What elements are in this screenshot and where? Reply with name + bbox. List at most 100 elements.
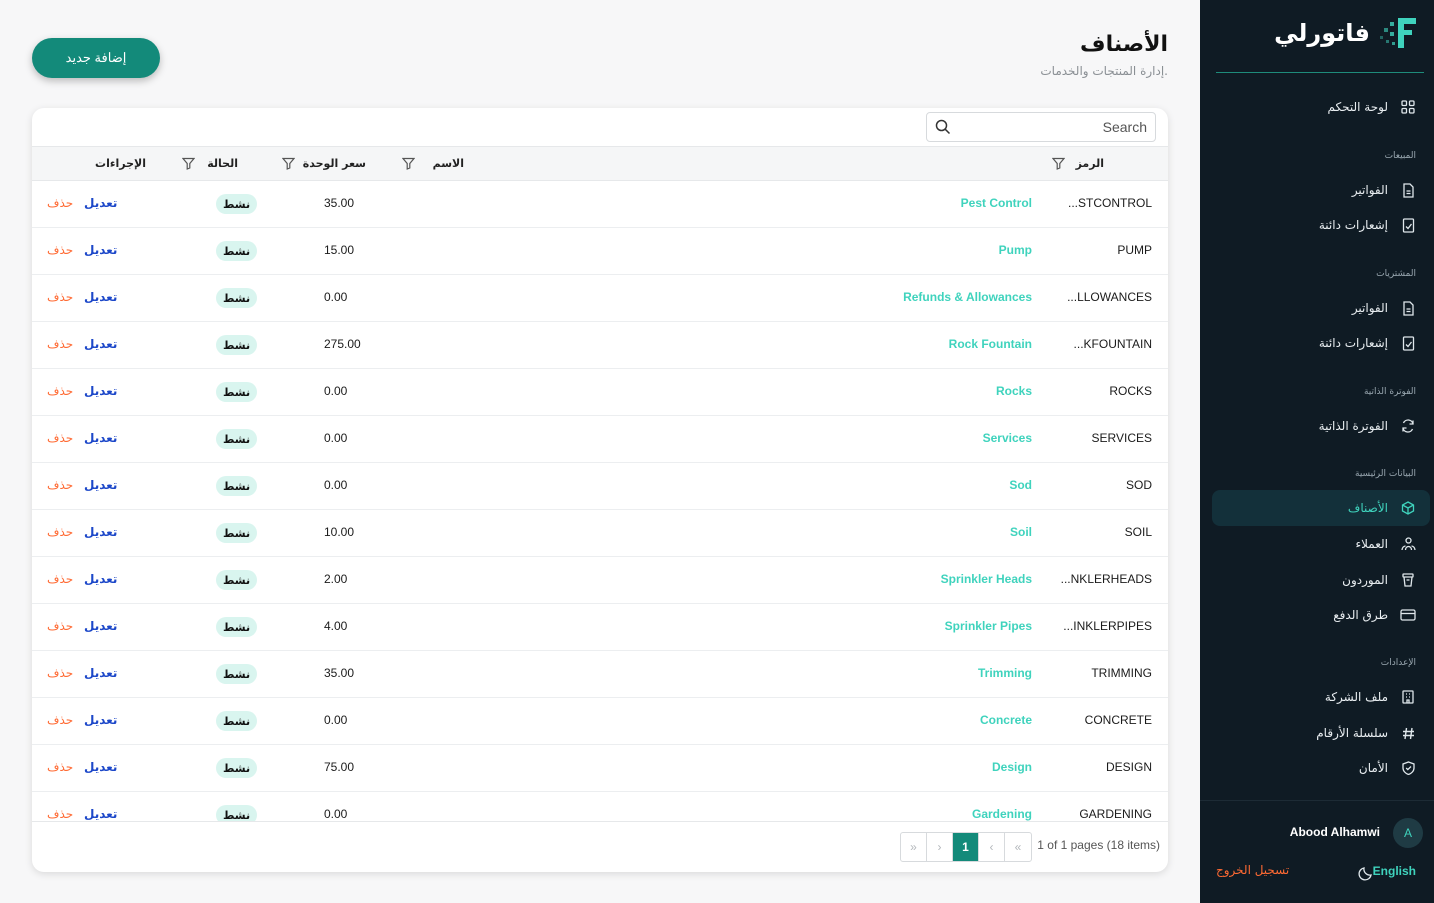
- edit-link[interactable]: تعديل: [84, 760, 117, 774]
- cell-name-link[interactable]: Sod: [1009, 478, 1032, 492]
- table-row[interactable]: DESIGN Design 75.00 نشط تعديل حذف: [32, 745, 1168, 792]
- table-row[interactable]: ...KFOUNTAIN Rock Fountain 275.00 نشط تعديل ح…: [32, 322, 1168, 369]
- edit-link[interactable]: تعديل: [84, 807, 117, 821]
- cell-unit-price: 0.00: [324, 384, 348, 398]
- sidebar-item-sales-credit-notes[interactable]: إشعارات دائنة: [1212, 208, 1416, 242]
- cell-name-link[interactable]: Soil: [1010, 525, 1032, 539]
- cell-name-link[interactable]: Design: [992, 760, 1032, 774]
- delete-link[interactable]: حذف: [47, 619, 73, 633]
- card-icon: [1400, 607, 1416, 623]
- page-button-current[interactable]: 1: [953, 833, 979, 861]
- edit-link[interactable]: تعديل: [84, 243, 117, 257]
- sidebar-item-security[interactable]: الأمان: [1212, 751, 1416, 785]
- edit-link[interactable]: تعديل: [84, 666, 117, 680]
- cell-name-link[interactable]: Rock Fountain: [949, 337, 1032, 351]
- delete-link[interactable]: حذف: [47, 666, 73, 680]
- status-badge: نشط: [216, 476, 258, 496]
- column-header-status[interactable]: الحالة: [207, 157, 238, 170]
- filter-icon[interactable]: [402, 157, 415, 170]
- cell-name-link[interactable]: Pest Control: [961, 196, 1032, 210]
- moon-icon[interactable]: [1358, 865, 1374, 881]
- delete-link[interactable]: حذف: [47, 431, 73, 445]
- delete-link[interactable]: حذف: [47, 478, 73, 492]
- table-row[interactable]: CONCRETE Concrete 0.00 نشط تعديل حذف: [32, 698, 1168, 745]
- first-page-button[interactable]: «: [1005, 833, 1031, 861]
- sidebar-item-suppliers[interactable]: الموردون: [1212, 563, 1416, 597]
- delete-link[interactable]: حذف: [47, 243, 73, 257]
- filter-icon[interactable]: [182, 157, 195, 170]
- cell-name-link[interactable]: Concrete: [980, 713, 1032, 727]
- edit-link[interactable]: تعديل: [84, 713, 117, 727]
- edit-link[interactable]: تعديل: [84, 290, 117, 304]
- cell-code: ...KFOUNTAIN: [1073, 337, 1152, 351]
- delete-link[interactable]: حذف: [47, 572, 73, 586]
- prev-page-button[interactable]: ‹: [979, 833, 1005, 861]
- edit-link[interactable]: تعديل: [84, 384, 117, 398]
- edit-link[interactable]: تعديل: [84, 196, 117, 210]
- next-page-button[interactable]: ›: [927, 833, 953, 861]
- sidebar-item-company-profile[interactable]: ملف الشركة: [1212, 680, 1416, 714]
- table-row[interactable]: ...INKLERPIPES Sprinkler Pipes 4.00 نشط تعدي…: [32, 604, 1168, 651]
- language-toggle[interactable]: English: [1373, 864, 1416, 878]
- table-row[interactable]: ROCKS Rocks 0.00 نشط تعديل حذف: [32, 369, 1168, 416]
- cell-name-link[interactable]: Sprinkler Heads: [941, 572, 1032, 586]
- column-header-code[interactable]: الرمز: [1076, 157, 1104, 170]
- cell-name-link[interactable]: Services: [983, 431, 1032, 445]
- table-row[interactable]: ...LLOWANCES Refunds & Allowances 0.00 نشط ت…: [32, 275, 1168, 322]
- cell-unit-price: 35.00: [324, 196, 355, 210]
- delete-link[interactable]: حذف: [47, 384, 73, 398]
- delete-link[interactable]: حذف: [47, 337, 73, 351]
- edit-link[interactable]: تعديل: [84, 431, 117, 445]
- cell-name-link[interactable]: Trimming: [978, 666, 1032, 680]
- sidebar-item-self-billing[interactable]: الفوترة الذاتية: [1212, 409, 1416, 443]
- avatar[interactable]: A: [1393, 818, 1423, 848]
- sidebar-item-products[interactable]: الأصناف: [1212, 490, 1430, 526]
- edit-link[interactable]: تعديل: [84, 525, 117, 539]
- delete-link[interactable]: حذف: [47, 760, 73, 774]
- table-row[interactable]: TRIMMING Trimming 35.00 نشط تعديل حذف: [32, 651, 1168, 698]
- sidebar-item-payment-methods[interactable]: طرق الدفع: [1212, 598, 1416, 632]
- sidebar-item-purchase-credit-notes[interactable]: إشعارات دائنة: [1212, 326, 1416, 360]
- edit-link[interactable]: تعديل: [84, 619, 117, 633]
- delete-link[interactable]: حذف: [47, 713, 73, 727]
- cell-name-link[interactable]: Refunds & Allowances: [903, 290, 1032, 304]
- filter-icon[interactable]: [282, 157, 295, 170]
- sidebar-item-customers[interactable]: العملاء: [1212, 527, 1416, 561]
- search-input[interactable]: [951, 119, 1147, 135]
- last-page-button[interactable]: »: [901, 833, 927, 861]
- cell-code: SOIL: [1124, 525, 1152, 539]
- edit-link[interactable]: تعديل: [84, 572, 117, 586]
- edit-link[interactable]: تعديل: [84, 478, 117, 492]
- add-new-button[interactable]: إضافة جديد: [32, 38, 160, 78]
- sidebar-item-sales-invoices[interactable]: الفواتير: [1212, 173, 1416, 207]
- logout-link[interactable]: تسجيل الخروج: [1216, 863, 1289, 877]
- delete-link[interactable]: حذف: [47, 290, 73, 304]
- section-self-billing: الفوترة الذاتية: [1363, 387, 1416, 397]
- table-row[interactable]: ...STCONTROL Pest Control 35.00 نشط تعديل حذف: [32, 181, 1168, 228]
- user-panel: A Abood Alhamwi English تسجيل الخروج: [1200, 800, 1434, 903]
- cell-name-link[interactable]: Pump: [999, 243, 1032, 257]
- table-row[interactable]: GARDENING Gardening 0.00 نشط تعديل حذف: [32, 792, 1168, 821]
- delete-link[interactable]: حذف: [47, 525, 73, 539]
- column-header-name[interactable]: الاسم: [433, 157, 464, 170]
- sidebar-item-purchase-invoices[interactable]: الفواتير: [1212, 291, 1416, 325]
- table-row[interactable]: PUMP Pump 15.00 نشط تعديل حذف: [32, 228, 1168, 275]
- cell-unit-price: 0.00: [324, 290, 348, 304]
- delete-link[interactable]: حذف: [47, 807, 73, 821]
- table-row[interactable]: SOIL Soil 10.00 نشط تعديل حذف: [32, 510, 1168, 557]
- table-row[interactable]: ...NKLERHEADS Sprinkler Heads 2.00 نشط تعديل…: [32, 557, 1168, 604]
- cell-name-link[interactable]: Gardening: [972, 807, 1032, 821]
- cell-name-link[interactable]: Rocks: [996, 384, 1032, 398]
- brand-logo[interactable]: فاتورلي: [1274, 16, 1418, 50]
- sidebar-item-number-series[interactable]: سلسلة الأرقام: [1212, 716, 1416, 750]
- receipt-icon: [1400, 217, 1416, 233]
- delete-link[interactable]: حذف: [47, 196, 73, 210]
- sidebar-item-dashboard[interactable]: لوحة التحكم: [1212, 90, 1416, 124]
- column-header-unit-price[interactable]: سعر الوحدة: [303, 157, 366, 170]
- cell-name-link[interactable]: Sprinkler Pipes: [945, 619, 1032, 633]
- document-icon: [1400, 182, 1416, 198]
- table-row[interactable]: SOD Sod 0.00 نشط تعديل حذف: [32, 463, 1168, 510]
- filter-icon[interactable]: [1052, 157, 1065, 170]
- edit-link[interactable]: تعديل: [84, 337, 117, 351]
- table-row[interactable]: SERVICES Services 0.00 نشط تعديل حذف: [32, 416, 1168, 463]
